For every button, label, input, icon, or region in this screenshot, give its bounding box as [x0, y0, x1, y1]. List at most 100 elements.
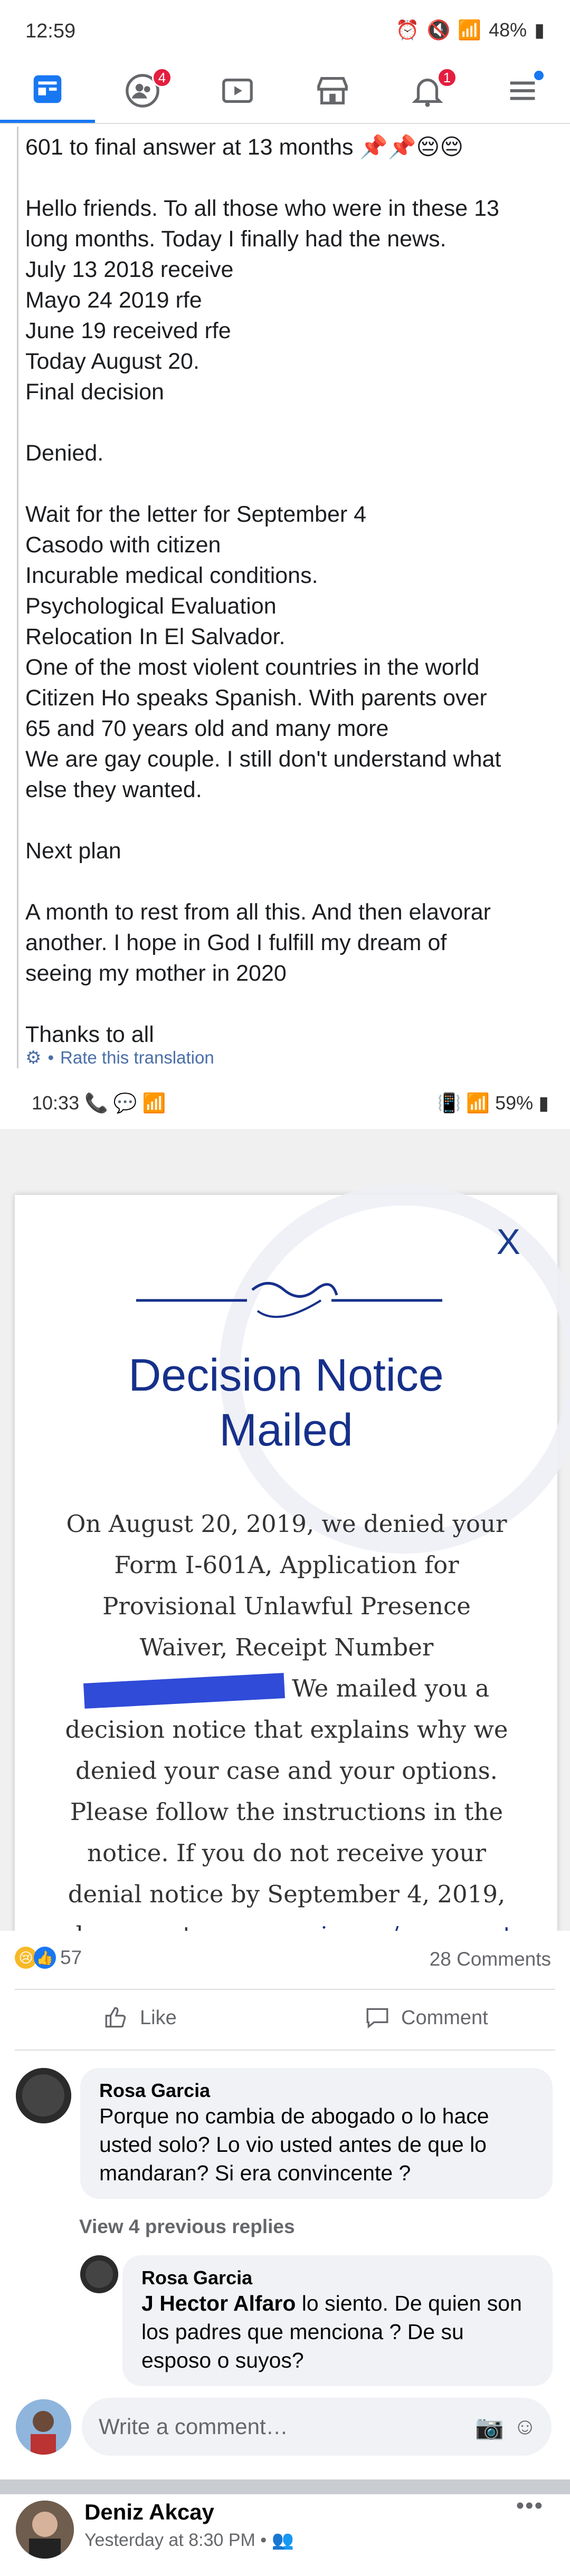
- camera-icon[interactable]: 📷: [475, 2414, 504, 2441]
- post-text-line: [25, 989, 553, 1019]
- mention-link[interactable]: J Hector Alfaro: [141, 2291, 296, 2315]
- reaction-summary[interactable]: 😢 👍 57: [15, 1947, 82, 1969]
- news-feed-icon: [33, 75, 62, 103]
- post-text-line: A month to rest from all this. And then …: [25, 899, 491, 925]
- friends-badge: 4: [152, 68, 172, 88]
- status-time: 12:59: [25, 20, 76, 42]
- view-previous-replies[interactable]: View 4 previous replies: [79, 2216, 295, 2238]
- post-image[interactable]: 10:33 📞 💬 📶 📳 📶 59% ▮ X Decision Notice …: [0, 1076, 570, 1931]
- more-options-button[interactable]: •••: [516, 2493, 544, 2519]
- battery-icon: ▮: [534, 19, 545, 41]
- gear-icon: ⚙: [25, 1048, 42, 1068]
- reply-author[interactable]: Rosa Garcia: [141, 2267, 534, 2289]
- post-text-line: Wait for the letter for September 4: [25, 502, 367, 527]
- post-text-line: else they wanted.: [25, 777, 202, 802]
- post-text-line: Relocation In El Salvador.: [25, 624, 286, 649]
- redacted-receipt-number: [83, 1672, 285, 1709]
- post-text-line: We are gay couple. I still don't underst…: [25, 746, 501, 772]
- feed-separator: [0, 2479, 570, 2494]
- post-text-line: long months. Today I finally had the new…: [25, 226, 446, 252]
- divider: [15, 1989, 555, 1990]
- post-text-line: 65 and 70 years old and many more: [25, 716, 389, 741]
- tab-watch[interactable]: [190, 58, 285, 123]
- post-text-line: Next plan: [25, 838, 121, 864]
- marketplace-icon: [317, 76, 348, 104]
- menu-dot: [534, 71, 544, 80]
- post-text-line: Denied.: [25, 440, 104, 466]
- post-text-line: seeing my mother in 2020: [25, 961, 287, 986]
- battery-level: 48%: [489, 19, 527, 41]
- avatar-image: [16, 2399, 71, 2455]
- comment-author[interactable]: Rosa Garcia: [99, 2080, 534, 2102]
- avatar[interactable]: [80, 2255, 118, 2293]
- post-text-line: [25, 162, 553, 193]
- friends-audience-icon: 👥: [271, 2530, 294, 2550]
- reply-text: J Hector Alfaro lo siento. De quien son …: [141, 2291, 522, 2372]
- post-text-line: One of the most violent countries in the…: [25, 655, 480, 680]
- notice-body: On August 20, 2019, we denied your Form …: [57, 1504, 516, 1931]
- post-timestamp[interactable]: Yesterday at 8:30 PM • 👥: [84, 2530, 294, 2551]
- comment-text: Porque no cambia de abogado o lo hace us…: [99, 2104, 489, 2185]
- status-icons: ⏰ 🔇 📶 48% ▮: [396, 19, 545, 41]
- alarm-icon: ⏰: [395, 19, 420, 41]
- reply-bubble[interactable]: Rosa Garcia J Hector Alfaro lo siento. D…: [122, 2255, 553, 2386]
- post-text-line: Today August 20.: [25, 349, 200, 374]
- tab-news-feed[interactable]: [0, 58, 95, 123]
- post-text-line: 601 to final answer at 13 months 📌📌😔😔: [25, 135, 464, 160]
- notifications-badge: 1: [437, 68, 457, 88]
- post-text-line: [25, 866, 553, 897]
- my-uscis-logo: [136, 1282, 442, 1318]
- post-text-line: Final decision: [25, 379, 164, 405]
- comment-bubble[interactable]: Rosa Garcia Porque no cambia de abogado …: [80, 2068, 553, 2199]
- comment-button[interactable]: Comment: [364, 2005, 488, 2031]
- comments-count[interactable]: 28 Comments: [430, 1948, 551, 1970]
- reaction-count: 57: [60, 1947, 82, 1968]
- image-status-bar: 10:33 📞 💬 📶 📳 📶 59% ▮: [0, 1076, 570, 1129]
- current-user-avatar[interactable]: [16, 2399, 71, 2455]
- post-text-line: [25, 805, 553, 836]
- write-comment-input[interactable]: Write a comment… 📷 ☺: [82, 2398, 552, 2456]
- image-status-time: 10:33 📞 💬 📶: [32, 1092, 166, 1114]
- post-text-line: Thanks to all: [25, 1022, 154, 1047]
- avatar[interactable]: [16, 2068, 71, 2123]
- top-nav-bar: 4 1: [0, 58, 570, 124]
- rate-translation-link[interactable]: Rate this translation: [60, 1048, 214, 1068]
- post-text-line: Casodo with citizen: [25, 532, 221, 558]
- wifi-icon: 📶: [458, 19, 482, 41]
- post-author[interactable]: Deniz Akcay: [84, 2500, 214, 2525]
- tab-marketplace[interactable]: [285, 58, 380, 123]
- like-reaction-icon: 👍: [34, 1947, 56, 1969]
- emoji-icon[interactable]: ☺: [513, 2414, 537, 2440]
- post-text-line: Mayo 24 2019 rfe: [25, 288, 202, 313]
- tab-menu[interactable]: [475, 58, 570, 123]
- author-avatar[interactable]: [16, 2501, 74, 2559]
- notice-title: Decision Notice Mailed: [128, 1350, 444, 1455]
- avatar-image: [16, 2068, 71, 2123]
- post-text-line: Hello friends. To all those who were in …: [25, 196, 499, 221]
- post-text-line: July 13 2018 receive: [25, 257, 234, 282]
- post-text-line: June 19 received rfe: [25, 318, 231, 343]
- post-text-line: another. I hope in God I fulfill my drea…: [25, 930, 447, 955]
- avatar-image: [16, 2501, 74, 2559]
- post-text-line: Incurable medical conditions.: [25, 563, 318, 588]
- image-status-battery: 📳 📶 59% ▮: [437, 1092, 549, 1114]
- post-text-line: [25, 407, 553, 438]
- post-left-border: [17, 127, 18, 1068]
- e-request-link: www.uscis.gov/e-request: [214, 1921, 512, 1931]
- like-button[interactable]: Like: [103, 2005, 177, 2031]
- decision-notice-card: X Decision Notice Mailed On August 20, 2…: [15, 1184, 570, 1931]
- status-bar: 12:59 ⏰ 🔇 📶 48% ▮: [0, 0, 570, 58]
- rate-translation[interactable]: ⚙ • Rate this translation: [25, 1047, 214, 1068]
- post-text-line: Psychological Evaluation: [25, 593, 277, 619]
- post-text-line: Citizen Ho speaks Spanish. With parents …: [25, 685, 487, 711]
- watch-icon: [222, 78, 253, 103]
- thumbs-up-icon: [105, 2007, 126, 2028]
- post-text-line: [25, 468, 553, 499]
- tab-friends[interactable]: 4: [95, 58, 190, 123]
- avatar-image: [80, 2255, 118, 2293]
- mute-icon: 🔇: [426, 19, 451, 41]
- comment-bubble-icon: [366, 2008, 388, 2029]
- tab-notifications[interactable]: 1: [380, 58, 475, 123]
- close-button: X: [496, 1222, 520, 1262]
- divider: [15, 2050, 555, 2051]
